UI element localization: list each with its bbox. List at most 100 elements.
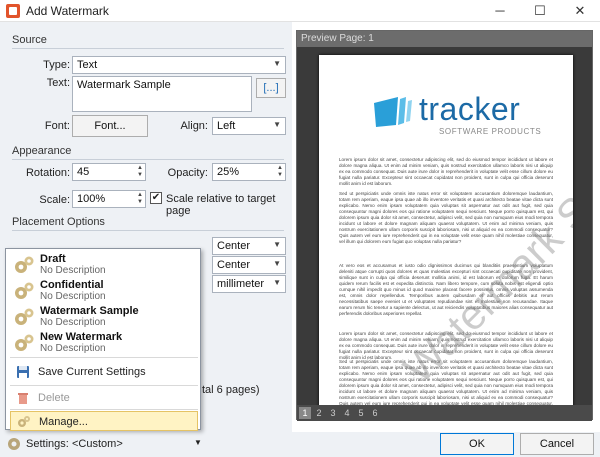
preview-pane: Preview Page: 1 tracker SOFTWARE PRODUCT… [296, 30, 593, 421]
settings-value[interactable]: <Custom> [72, 438, 123, 450]
bottom-bar: Settings: <Custom> ▼ OK Cancel [0, 432, 600, 457]
macro-icon: [...] [263, 82, 279, 94]
preview-header: Preview Page: 1 [297, 31, 592, 47]
logo-subtitle: SOFTWARE PRODUCTS [439, 127, 542, 136]
gear-icon [15, 308, 34, 325]
preset-description: No Description [40, 343, 106, 354]
manage-label: Manage... [39, 416, 88, 428]
gear-icon [6, 436, 22, 452]
preset-name: Watermark Sample [40, 305, 139, 317]
preset-description: No Description [40, 265, 106, 276]
opacity-value: 25% [217, 166, 240, 178]
page-6-button[interactable]: 6 [369, 407, 381, 419]
preset-name: Draft [40, 253, 66, 265]
watermark-text-value: Watermark Sample [77, 79, 171, 91]
menu-separator [10, 409, 198, 410]
preset-name: Confidential [40, 279, 104, 291]
horizontal-align-value: Center [217, 240, 251, 252]
chevron-down-icon: ▼ [273, 120, 281, 129]
page-navigator: 1 2 3 4 5 6 [297, 405, 592, 421]
spin-arrows-icon[interactable]: ▲ ▼ [137, 165, 143, 179]
chevron-down-icon: ▼ [273, 240, 281, 249]
watermark-text-input[interactable]: Watermark Sample [72, 76, 252, 112]
page-4-button[interactable]: 4 [341, 407, 353, 419]
type-dropdown[interactable]: Text ▼ [72, 56, 286, 74]
spin-arrows-icon[interactable]: ▲ ▼ [277, 165, 283, 179]
cancel-button[interactable]: Cancel [520, 433, 594, 455]
chevron-down-icon: ▼ [273, 278, 281, 287]
source-divider [12, 48, 284, 49]
preset-item-watermark-sample[interactable]: Watermark Sample No Description [10, 303, 198, 329]
preview-page: tracker SOFTWARE PRODUCTS Lorem ipsum do… [319, 55, 573, 411]
preset-description: No Description [40, 291, 106, 302]
scale-value: 100% [77, 193, 106, 205]
source-section-title: Source [12, 34, 47, 46]
menu-separator [10, 385, 198, 386]
align-label: Align: [180, 120, 208, 132]
page-2-button[interactable]: 2 [313, 407, 325, 419]
page-1-button[interactable]: 1 [299, 407, 311, 419]
appearance-section-title: Appearance [12, 145, 72, 157]
placement-divider [12, 230, 284, 231]
preview-paragraph: Lorem ipsum dolor sit amet, consectetur … [339, 157, 553, 186]
settings-popup-menu: Draft No Description Confidential No Des… [5, 248, 201, 431]
gear-icon [15, 282, 34, 299]
gear-icon [15, 256, 34, 273]
gear-icon [15, 334, 34, 351]
scale-stepper[interactable]: 100% ▲ ▼ [72, 190, 146, 208]
window-title: Add Watermark [26, 4, 109, 18]
save-icon [17, 366, 29, 378]
opacity-stepper[interactable]: 25% ▲ ▼ [212, 163, 286, 181]
save-current-settings-label: Save Current Settings [38, 366, 146, 378]
scale-label: Scale: [39, 194, 70, 206]
opacity-label: Opacity: [167, 167, 208, 179]
placement-section-title: Placement Options [12, 216, 105, 228]
preset-item-confidential[interactable]: Confidential No Description [10, 277, 198, 303]
preset-item-new-watermark[interactable]: New Watermark No Description [10, 329, 198, 355]
scale-relative-label: Scale relative to target page [166, 193, 276, 217]
trash-icon [18, 393, 28, 404]
menu-separator [10, 357, 198, 358]
type-label: Type: [43, 59, 70, 71]
align-dropdown[interactable]: Left ▼ [212, 117, 286, 135]
preset-name: New Watermark [40, 331, 123, 343]
close-button[interactable]: ✕ [560, 0, 600, 22]
text-label: Text: [46, 77, 70, 89]
vertical-align-value: Center [217, 259, 251, 271]
ok-button[interactable]: OK [440, 433, 514, 455]
scale-relative-checkbox[interactable]: ✔ [150, 192, 162, 204]
horizontal-align-dropdown[interactable]: Center ▼ [212, 237, 286, 255]
font-button[interactable]: Font... [72, 115, 148, 137]
vertical-align-dropdown[interactable]: Center ▼ [212, 256, 286, 274]
settings-label: Settings: [26, 438, 69, 450]
rotation-stepper[interactable]: 45 ▲ ▼ [72, 163, 146, 181]
save-current-settings-item[interactable]: Save Current Settings [10, 362, 198, 382]
tracker-logo-icon [374, 97, 412, 127]
page-range-text: tal 6 pages) [202, 384, 260, 396]
units-value: millimeter [217, 278, 265, 290]
insert-macro-button[interactable]: [...] [256, 78, 286, 98]
units-dropdown[interactable]: millimeter ▼ [212, 275, 286, 293]
maximize-button[interactable]: ☐ [520, 0, 560, 22]
page-5-button[interactable]: 5 [355, 407, 367, 419]
preset-item-draft[interactable]: Draft No Description [10, 251, 198, 277]
font-label: Font: [44, 120, 70, 132]
rotation-value: 45 [77, 166, 90, 178]
chevron-down-icon: ▼ [273, 59, 281, 68]
align-value: Left [217, 120, 236, 132]
type-value: Text [77, 59, 98, 71]
gear-icon [18, 416, 30, 427]
minimize-button[interactable]: ─ [480, 0, 520, 22]
rotation-label: Rotation: [25, 167, 70, 179]
settings-chevron-down-icon[interactable]: ▼ [194, 438, 202, 447]
delete-item[interactable]: Delete [10, 388, 198, 408]
logo-text: tracker [419, 91, 521, 127]
app-icon [6, 4, 20, 18]
delete-label: Delete [38, 392, 70, 404]
preset-description: No Description [40, 317, 106, 328]
title-bar: Add Watermark ─ ☐ ✕ [0, 0, 600, 22]
manage-item[interactable]: Manage... [10, 411, 198, 431]
page-3-button[interactable]: 3 [327, 407, 339, 419]
chevron-down-icon: ▼ [273, 259, 281, 268]
spin-arrows-icon[interactable]: ▲ ▼ [137, 192, 143, 206]
